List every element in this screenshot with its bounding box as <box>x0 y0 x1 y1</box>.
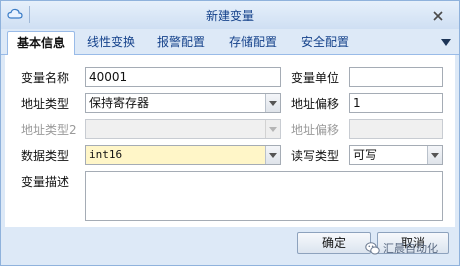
addr-offset-input[interactable]: 1 <box>349 93 443 113</box>
close-icon[interactable] <box>432 10 444 22</box>
wechat-icon <box>365 242 380 255</box>
addr-offset2-label: 地址偏移 <box>291 123 340 137</box>
addr-type-value: 保持寄存器 <box>89 96 150 110</box>
chevron-down-icon <box>269 153 277 158</box>
var-name-input[interactable]: 40001 <box>85 67 281 87</box>
var-unit-label: 变量单位 <box>291 71 340 85</box>
watermark: 汇晨自动化 <box>365 239 457 259</box>
chevron-down-icon <box>269 101 277 106</box>
addr-type-label: 地址类型 <box>21 97 70 111</box>
tab-strip: 基本信息 线性变换 报警配置 存储配置 安全配置 <box>1 29 459 56</box>
rw-type-select[interactable]: 可写 <box>349 145 443 165</box>
data-type-value: int16 <box>89 148 123 161</box>
new-variable-dialog: 新建变量 基本信息 线性变换 报警配置 存储配置 安全配置 变量名称 40001… <box>0 0 460 266</box>
tab-security-config[interactable]: 安全配置 <box>293 31 357 55</box>
ok-button[interactable]: 确定 <box>297 232 371 254</box>
addr-type2-label: 地址类型2 <box>21 123 77 137</box>
rw-type-dropdown-button[interactable] <box>427 146 442 164</box>
tab-storage-config[interactable]: 存储配置 <box>221 31 285 55</box>
addr-type2-select <box>85 119 281 139</box>
data-type-dropdown-button[interactable] <box>265 146 280 164</box>
triangle-down-icon[interactable] <box>441 39 451 46</box>
data-type-label: 数据类型 <box>21 149 70 163</box>
tab-alarm-config[interactable]: 报警配置 <box>149 31 213 55</box>
addr-type-select[interactable]: 保持寄存器 <box>85 93 281 113</box>
title-bar: 新建变量 <box>1 1 459 29</box>
window-title: 新建变量 <box>205 9 254 23</box>
basic-info-panel: 变量名称 40001 变量单位 地址类型 保持寄存器 地址偏移 1 地址类型2 … <box>5 55 455 227</box>
watermark-text: 汇晨自动化 <box>383 242 438 255</box>
addr-type2-dropdown-button <box>265 120 280 138</box>
chevron-down-icon <box>269 127 277 132</box>
var-name-label: 变量名称 <box>21 71 70 85</box>
desc-textarea[interactable] <box>85 171 443 221</box>
addr-type-dropdown-button[interactable] <box>265 94 280 112</box>
rw-type-label: 读写类型 <box>291 149 340 163</box>
var-unit-input[interactable] <box>349 67 443 87</box>
rw-type-value: 可写 <box>353 148 378 162</box>
tab-basic-info[interactable]: 基本信息 <box>7 31 75 56</box>
addr-offset2-input <box>349 119 443 139</box>
data-type-select[interactable]: int16 <box>85 145 281 165</box>
addr-offset-label: 地址偏移 <box>291 97 340 111</box>
desc-label: 变量描述 <box>21 175 70 189</box>
chevron-down-icon <box>431 153 439 158</box>
tab-linear-transform[interactable]: 线性变换 <box>79 31 143 55</box>
